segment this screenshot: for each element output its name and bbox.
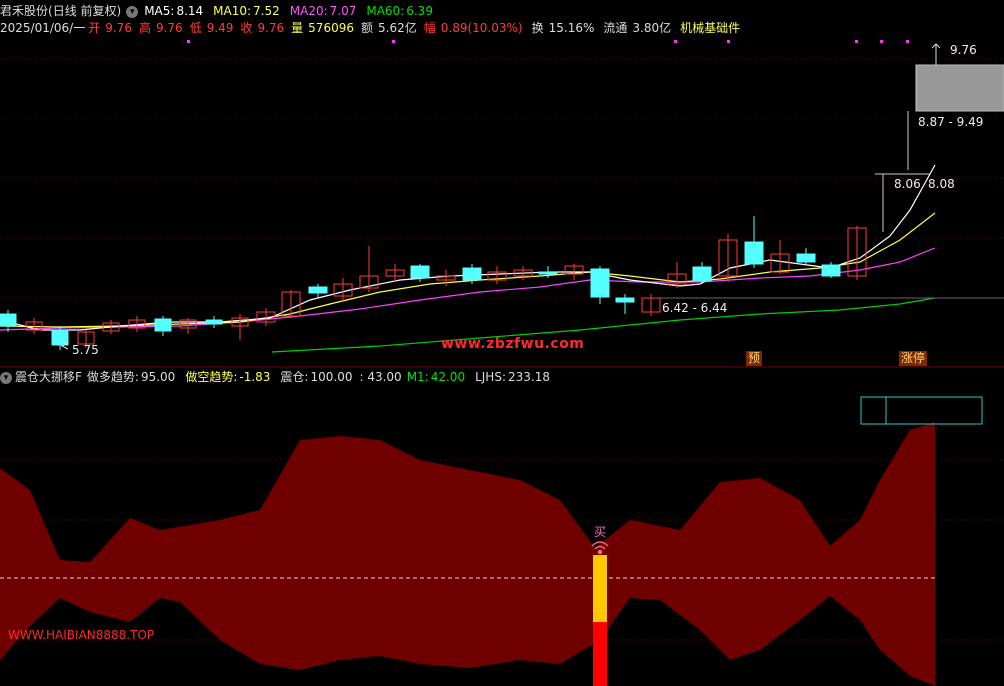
signal-dots (187, 40, 909, 43)
buy-signal-label: 买 (594, 525, 607, 539)
low-price-label: 5.75 (72, 343, 99, 357)
site-watermark: WWW.HAIBIAN8888.TOP (8, 628, 155, 642)
long-trend-value: 95.00 (140, 370, 176, 384)
ma60-line (271, 297, 936, 353)
mid-range-label: 6.42 - 6.44 (662, 301, 728, 315)
ljhs-label: LJHS: (475, 370, 506, 384)
shake-value: 100.00 (310, 370, 353, 384)
buy-bar-red[interactable] (593, 622, 607, 686)
box-range-label: 8.87 - 9.49 (918, 115, 984, 129)
ma5-line (0, 164, 936, 331)
m1-value: 42.00 (430, 370, 466, 384)
ma20-line (0, 247, 936, 331)
indicator-header: ▾ 震仓大挪移F 做多趋势: 95.00 做空趋势: -1.83 震仓: 100.00… (0, 369, 560, 386)
price-grid (0, 58, 1004, 299)
buy-bar-yellow[interactable] (593, 555, 607, 622)
left-price-label: 8.06 (894, 177, 921, 191)
short-trend-label: 做空趋势: (185, 370, 238, 384)
price-range-box[interactable] (915, 64, 1004, 112)
candles[interactable] (0, 216, 867, 350)
limit-up-tag[interactable]: 涨停 (899, 351, 928, 366)
max-price-label: 9.76 (950, 43, 977, 57)
indicator-name[interactable]: 震仓大挪移F (15, 369, 82, 386)
pre-tag[interactable]: 预 (746, 351, 763, 366)
m1-label: M1: (406, 370, 429, 384)
watermark-text: www.zbzfwu.com (441, 336, 585, 352)
shake-label: 震仓: (280, 370, 309, 384)
right-price-label: 8.08 (928, 177, 955, 191)
shake-value-2: : 43.00 (359, 370, 402, 384)
indicator-settings-icon[interactable]: ▾ (0, 371, 12, 384)
ljhs-value: 233.18 (508, 370, 550, 384)
indicator-upper-band (0, 422, 935, 578)
selection-frame[interactable] (860, 396, 983, 425)
short-trend-value: -1.83 (239, 370, 271, 384)
long-trend-label: 做多趋势: (86, 370, 139, 384)
